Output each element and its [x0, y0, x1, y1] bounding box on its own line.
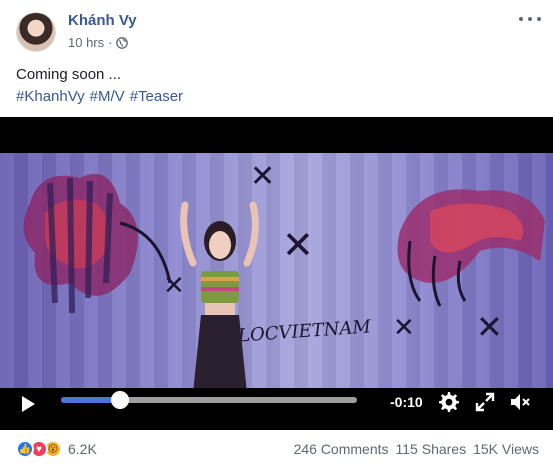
- video-player[interactable]: ✕ ✕ ✕ ✕ ✕ LOCVIETNAM -0:10: [0, 117, 553, 430]
- gear-icon[interactable]: [436, 390, 460, 414]
- video-frame[interactable]: ✕ ✕ ✕ ✕ ✕ LOCVIETNAM: [0, 153, 553, 393]
- graffiti-x-mark: ✕: [476, 308, 503, 346]
- graffiti-x-mark: ✕: [393, 313, 415, 343]
- hashtag-link[interactable]: #M/V: [90, 86, 125, 108]
- graffiti-x-mark: ✕: [282, 223, 314, 267]
- reaction-count[interactable]: 6.2K: [68, 441, 97, 457]
- facebook-post: Khánh Vy 10 hrs · Coming soon ... #Khanh…: [0, 0, 553, 471]
- expand-icon[interactable]: [473, 390, 497, 414]
- post-meta: 10 hrs ·: [68, 35, 129, 50]
- volume-muted-icon[interactable]: [508, 390, 532, 414]
- reactions-summary[interactable]: 👍 ♥ 😮 6.2K: [16, 440, 97, 458]
- meta-separator: ·: [108, 35, 113, 50]
- graffiti-x-mark: ✕: [250, 159, 276, 194]
- comments-count[interactable]: 246 Comments: [294, 441, 389, 457]
- like-reaction-icon: 👍: [16, 440, 34, 458]
- post-caption: Coming soon ...: [16, 66, 122, 83]
- time-remaining: -0:10: [390, 394, 423, 410]
- hashtag-link[interactable]: #Teaser: [130, 86, 183, 108]
- dancer-figure: [180, 201, 259, 393]
- video-controls-bar: [0, 388, 553, 430]
- author-avatar[interactable]: [16, 12, 56, 52]
- graffiti-art-right: [397, 189, 545, 307]
- video-progress-knob[interactable]: [111, 391, 129, 409]
- author-name[interactable]: Khánh Vy: [68, 12, 137, 29]
- graffiti-art-left: [23, 173, 172, 314]
- shares-count[interactable]: 115 Shares: [396, 441, 467, 457]
- views-count: 15K Views: [473, 441, 539, 457]
- globe-icon[interactable]: [116, 36, 129, 49]
- video-progress-track[interactable]: [61, 397, 357, 403]
- post-time[interactable]: 10 hrs: [68, 35, 104, 50]
- more-options-icon[interactable]: [519, 12, 541, 26]
- hashtag-list: #KhanhVy #M/V #Teaser: [16, 86, 183, 108]
- play-icon[interactable]: [18, 394, 38, 414]
- hashtag-link[interactable]: #KhanhVy: [16, 86, 85, 108]
- engagement-stats: 246 Comments 115 Shares 15K Views: [294, 441, 539, 457]
